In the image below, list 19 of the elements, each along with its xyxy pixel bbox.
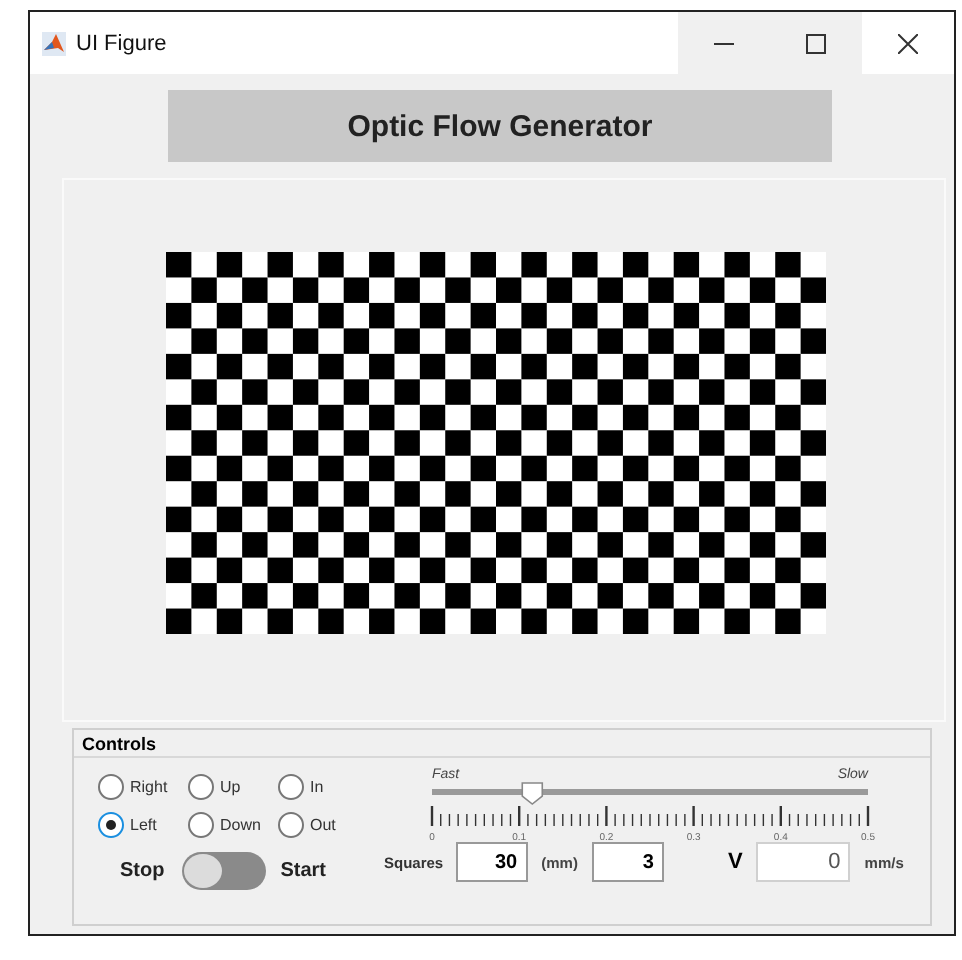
window-title: UI Figure [76, 31, 169, 55]
toggle-switch[interactable] [182, 852, 267, 890]
direction-radio[interactable]: Out [278, 812, 368, 838]
squares-size-field[interactable]: 30 [455, 842, 528, 882]
maximize-icon [806, 33, 826, 53]
direction-radio[interactable]: Left [98, 812, 188, 838]
stop-label: Stop [120, 860, 165, 882]
direction-radio[interactable]: Down [188, 812, 278, 838]
slider-thumb[interactable] [521, 782, 544, 806]
direction-radio[interactable]: Right [98, 774, 188, 800]
panel-title: Controls [74, 730, 930, 758]
start-label: Start [280, 860, 327, 882]
velocity-label: V [727, 850, 743, 874]
direction-radio[interactable]: Up [188, 774, 278, 800]
squares-count-field[interactable]: 3 [591, 842, 664, 882]
app-icon [42, 31, 66, 55]
direction-radio[interactable]: In [278, 774, 368, 800]
close-icon [898, 33, 918, 53]
app-title: Optic Flow Generator [168, 90, 832, 162]
